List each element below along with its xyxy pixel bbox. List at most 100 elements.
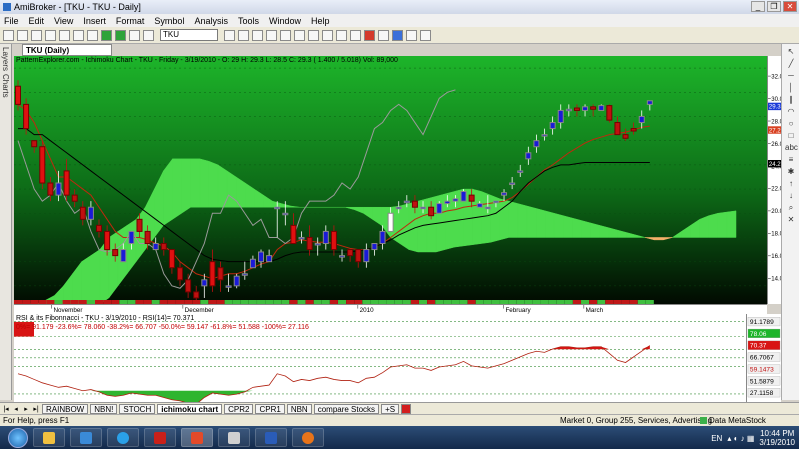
taskbar-word[interactable] (255, 428, 287, 447)
taskbar-acrobat[interactable] (144, 428, 176, 447)
ichimoku-price-chart[interactable] (14, 56, 767, 304)
delete-tool-icon[interactable]: ✕ (785, 215, 797, 224)
pencil-color-icon[interactable] (364, 29, 375, 41)
side-tab-charts[interactable]: Charts (1, 74, 10, 98)
draw-line-icon[interactable] (392, 29, 403, 41)
indicator-icon[interactable] (322, 29, 333, 41)
sheet-tab-stoch[interactable]: STOCH (119, 403, 156, 414)
side-tab-layers[interactable]: Layers (1, 47, 10, 71)
crosshair-icon[interactable] (308, 29, 319, 41)
taskbar-paint[interactable] (218, 428, 250, 447)
line-tool-icon[interactable]: ╱ (785, 59, 797, 68)
tray-icons[interactable]: ▴ ◐ ♪ ▦ (727, 434, 754, 443)
next-sheet-icon[interactable]: ▸ (22, 405, 30, 413)
candle-body (209, 261, 216, 287)
candle-body (193, 291, 200, 299)
menu-format[interactable]: Format (116, 16, 145, 26)
start-button[interactable] (8, 427, 28, 448)
candle-chart-icon[interactable] (280, 29, 291, 41)
candle-body (233, 275, 240, 287)
menu-window[interactable]: Window (269, 16, 301, 26)
restore-button[interactable]: ❐ (767, 1, 781, 12)
first-sheet-icon[interactable]: |◂ (2, 405, 10, 413)
copy-icon[interactable] (73, 29, 84, 41)
candle-body (185, 279, 192, 293)
vline-tool-icon[interactable]: │ (785, 83, 797, 92)
zoom-in-icon[interactable] (224, 29, 235, 41)
gann-tool-icon[interactable]: ✱ (785, 167, 797, 176)
symbol-combo[interactable]: TKU (160, 29, 218, 41)
menu-view[interactable]: View (54, 16, 73, 26)
forward-icon[interactable] (115, 29, 126, 41)
hline-tool-icon[interactable]: ─ (785, 71, 797, 80)
pointer-icon[interactable]: ↖ (785, 47, 797, 56)
fib-tool-icon[interactable]: ≡ (785, 155, 797, 164)
sheet-tab-ichimoku[interactable]: ichimoku chart (157, 403, 223, 414)
menu-help[interactable]: Help (311, 16, 330, 26)
bar-chart-icon[interactable] (266, 29, 277, 41)
sheet-tab-cpr2[interactable]: CPR2 (224, 403, 254, 414)
arrow-down-tool-icon[interactable]: ↓ (785, 191, 797, 200)
sheet-tab-compare-stocks[interactable]: compare Stocks (313, 403, 380, 414)
sheet-tab-cpr1[interactable]: CPR1 (255, 403, 285, 414)
properties-icon[interactable] (350, 29, 361, 41)
taskbar-firefox[interactable] (292, 428, 324, 447)
last-sheet-icon[interactable]: ▸| (32, 405, 40, 413)
paste-icon[interactable] (87, 29, 98, 41)
cut-icon[interactable] (59, 29, 70, 41)
rsi-axis-label: 91.1789 (750, 319, 774, 326)
chart-document-tab[interactable]: TKU (Daily) (22, 44, 112, 56)
taskbar-explorer[interactable] (33, 428, 65, 447)
candle-body (290, 224, 297, 245)
candle-body (411, 200, 418, 208)
sheet-tab-strip: |◂ ◂ ▸ ▸| RAINBOW NBN! STOCH ichimoku ch… (0, 402, 799, 414)
taskbar-media[interactable] (70, 428, 102, 447)
circle-tool-icon[interactable]: ○ (785, 119, 797, 128)
sheet-tab-nbn-bang[interactable]: NBN! (90, 403, 118, 414)
close-button[interactable]: ✕ (783, 1, 797, 12)
quote-icon[interactable] (143, 29, 154, 41)
info-icon[interactable] (129, 29, 140, 41)
menu-analysis[interactable]: Analysis (194, 16, 228, 26)
taskbar-ie[interactable] (107, 428, 139, 447)
open-icon[interactable] (17, 29, 28, 41)
back-icon[interactable] (101, 29, 112, 41)
language-indicator[interactable]: EN (711, 434, 722, 443)
menu-edit[interactable]: Edit (29, 16, 45, 26)
candle-body (492, 200, 499, 204)
hammer-icon[interactable] (294, 29, 305, 41)
sheet-tab-add[interactable]: +S (381, 403, 400, 414)
channel-tool-icon[interactable]: ∥ (785, 95, 797, 104)
menu-tools[interactable]: Tools (238, 16, 259, 26)
print-icon[interactable] (45, 29, 56, 41)
price-tick-label: 22.0 (771, 187, 781, 193)
prev-sheet-icon[interactable]: ◂ (12, 405, 20, 413)
sheet-tab-rainbow[interactable]: RAINBOW (42, 403, 89, 414)
minimize-button[interactable]: _ (751, 1, 765, 12)
arrow-up-tool-icon[interactable]: ↑ (785, 179, 797, 188)
new-icon[interactable] (3, 29, 14, 41)
menu-insert[interactable]: Insert (83, 16, 106, 26)
candle-body (306, 236, 313, 251)
sheet-color-swatch[interactable] (401, 403, 412, 414)
zoom-tool-icon[interactable]: ⌕ (785, 203, 797, 212)
explore-icon[interactable] (336, 29, 347, 41)
rsi-axis-label: 59.1473 (750, 366, 774, 373)
line-chart-icon[interactable] (252, 29, 263, 41)
text-tool-icon[interactable]: abc (785, 143, 798, 152)
save-icon[interactable] (31, 29, 42, 41)
zoom-out-icon[interactable] (238, 29, 249, 41)
price-axis[interactable]: 32.030.028.026.024.022.020.018.016.014.0… (767, 56, 781, 304)
arc-tool-icon[interactable]: ◠ (785, 107, 797, 116)
rect-tool-icon[interactable]: □ (785, 131, 797, 140)
taskbar-amibroker[interactable] (181, 428, 213, 447)
clock[interactable]: 10:44 PM 3/19/2010 (759, 429, 795, 447)
fibonacci-icon[interactable] (420, 29, 431, 41)
dropdown-icon[interactable] (378, 29, 389, 41)
sheet-tab-nbn[interactable]: NBN (286, 403, 312, 414)
ray-icon[interactable] (406, 29, 417, 41)
menu-symbol[interactable]: Symbol (154, 16, 184, 26)
candle-body (573, 107, 580, 111)
firefox-icon (302, 431, 314, 444)
menu-file[interactable]: File (4, 16, 19, 26)
